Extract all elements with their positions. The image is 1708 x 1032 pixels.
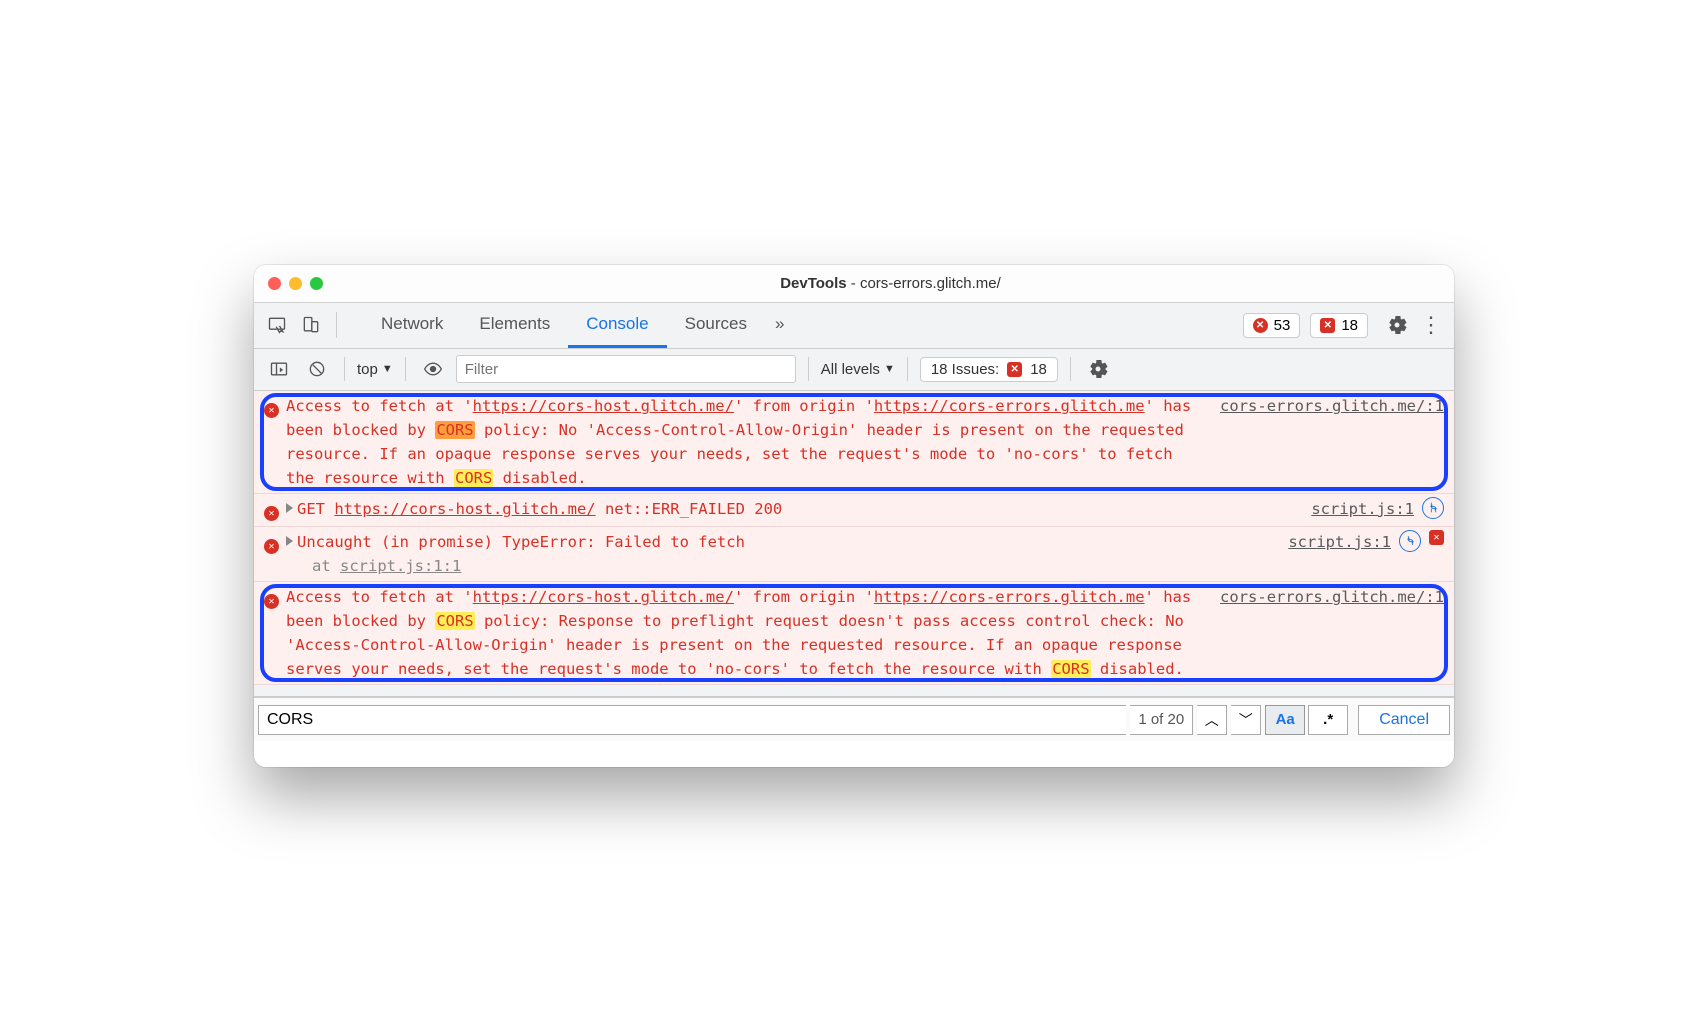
url-link[interactable]: https://cors-host.glitch.me/	[334, 500, 595, 518]
prompt-area[interactable]	[254, 741, 1454, 767]
match-case-toggle[interactable]: Aa	[1265, 705, 1305, 735]
console-output: Access to fetch at 'https://cors-host.gl…	[254, 391, 1454, 697]
error-message: Access to fetch at 'https://cors-host.gl…	[286, 394, 1220, 490]
window-title: DevTools - cors-errors.glitch.me/	[341, 275, 1440, 292]
url-link[interactable]: https://cors-errors.glitch.me	[874, 588, 1145, 606]
clear-console-icon[interactable]	[302, 354, 332, 384]
expand-triangle-icon[interactable]	[286, 536, 293, 546]
search-match: CORS	[435, 421, 474, 439]
tab-overflow[interactable]: »	[765, 303, 794, 348]
error-icon	[264, 539, 279, 554]
issue-count-badge[interactable]: 18	[1310, 313, 1368, 338]
tab-sources[interactable]: Sources	[667, 303, 765, 348]
navigate-icon[interactable]	[1422, 497, 1444, 519]
error-message: Access to fetch at 'https://cors-host.gl…	[286, 585, 1220, 681]
error-icon	[264, 594, 279, 609]
issues-button[interactable]: 18 Issues: 18	[920, 357, 1058, 382]
console-error-row[interactable]: Access to fetch at 'https://cors-host.gl…	[254, 582, 1454, 685]
title-prefix: DevTools	[780, 275, 846, 292]
search-cancel-button[interactable]: Cancel	[1358, 705, 1450, 735]
source-link[interactable]: cors-errors.glitch.me/:1	[1220, 394, 1444, 418]
issue-icon	[1320, 318, 1335, 333]
search-result-count: 1 of 20	[1130, 705, 1193, 735]
filter-input[interactable]	[456, 355, 796, 383]
search-match: CORS	[454, 469, 493, 487]
traffic-lights	[268, 277, 323, 290]
titlebar: DevTools - cors-errors.glitch.me/	[254, 265, 1454, 303]
title-url: cors-errors.glitch.me/	[860, 275, 1001, 292]
main-tabbar: Network Elements Console Sources » 53 18…	[254, 303, 1454, 349]
error-message: Uncaught (in promise) TypeError: Failed …	[286, 530, 1288, 578]
devtools-window: DevTools - cors-errors.glitch.me/ Networ…	[254, 265, 1454, 767]
url-link[interactable]: https://cors-host.glitch.me/	[473, 397, 734, 415]
source-link[interactable]: script.js:1	[1288, 530, 1391, 554]
settings-gear-icon[interactable]	[1382, 310, 1412, 340]
source-link[interactable]: script.js:1	[1311, 497, 1414, 521]
source-link[interactable]: cors-errors.glitch.me/:1	[1220, 585, 1444, 609]
search-next-button[interactable]: ﹀	[1231, 705, 1261, 735]
panel-tabs: Network Elements Console Sources »	[363, 303, 794, 348]
issue-icon	[1007, 362, 1022, 377]
tab-network[interactable]: Network	[363, 303, 461, 348]
error-message: GET https://cors-host.glitch.me/ net::ER…	[286, 497, 1311, 523]
device-toggle-icon[interactable]	[296, 310, 326, 340]
toggle-sidebar-icon[interactable]	[264, 354, 294, 384]
context-selector[interactable]: top ▼	[357, 361, 393, 378]
regex-toggle[interactable]: .*	[1308, 705, 1348, 735]
minimize-window-button[interactable]	[289, 277, 302, 290]
search-match: CORS	[1051, 660, 1090, 678]
search-match: CORS	[435, 612, 474, 630]
tab-console[interactable]: Console	[568, 303, 666, 348]
search-prev-button[interactable]: ︿	[1197, 705, 1227, 735]
close-window-button[interactable]	[268, 277, 281, 290]
inspect-icon[interactable]	[262, 310, 292, 340]
url-link[interactable]: https://cors-host.glitch.me/	[473, 588, 734, 606]
tab-elements[interactable]: Elements	[461, 303, 568, 348]
error-count-badge[interactable]: 53	[1243, 313, 1301, 338]
stack-link[interactable]: script.js:1:1	[340, 557, 461, 575]
console-toolbar: top ▼ All levels ▼ 18 Issues: 18	[254, 349, 1454, 391]
searchbar: 1 of 20 ︿ ﹀ Aa .* Cancel	[254, 697, 1454, 741]
error-icon	[264, 506, 279, 521]
kebab-menu-icon[interactable]: ⋮	[1416, 312, 1446, 338]
error-icon	[264, 403, 279, 418]
console-gap	[254, 685, 1454, 697]
zoom-window-button[interactable]	[310, 277, 323, 290]
console-error-row[interactable]: Uncaught (in promise) TypeError: Failed …	[254, 527, 1454, 582]
console-error-row[interactable]: GET https://cors-host.glitch.me/ net::ER…	[254, 494, 1454, 527]
console-settings-gear-icon[interactable]	[1083, 354, 1113, 384]
url-link[interactable]: https://cors-errors.glitch.me	[874, 397, 1145, 415]
divider	[336, 312, 337, 338]
search-input[interactable]	[258, 705, 1126, 735]
live-expression-icon[interactable]	[418, 354, 448, 384]
console-error-row[interactable]: Access to fetch at 'https://cors-host.gl…	[254, 391, 1454, 494]
issue-icon[interactable]	[1429, 530, 1444, 545]
log-levels-selector[interactable]: All levels ▼	[821, 361, 895, 378]
error-icon	[1253, 318, 1268, 333]
expand-triangle-icon[interactable]	[286, 503, 293, 513]
navigate-icon[interactable]	[1399, 530, 1421, 552]
